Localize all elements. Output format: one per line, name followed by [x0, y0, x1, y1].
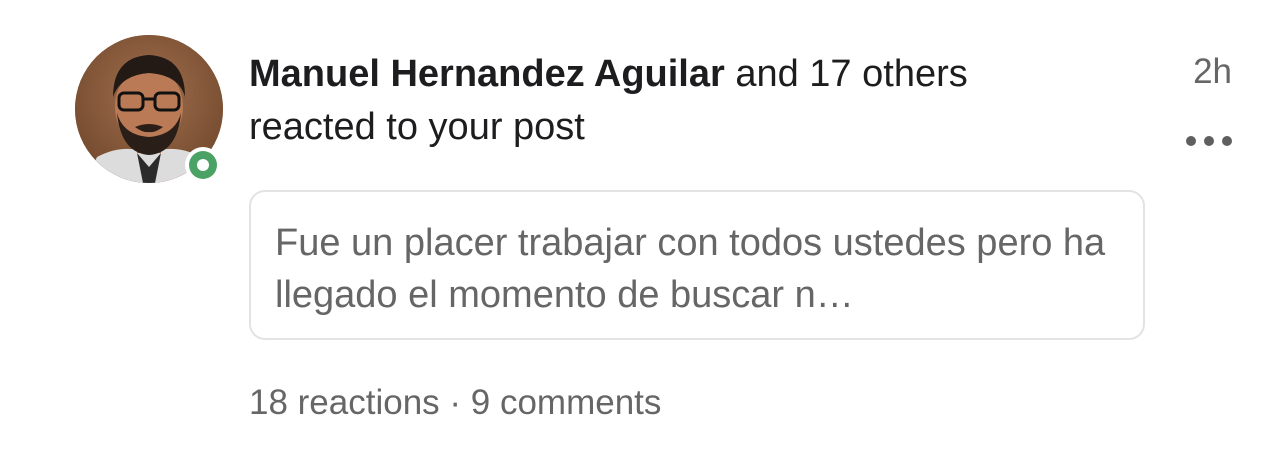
- more-options-button[interactable]: [1186, 124, 1232, 158]
- more-options-icon: [1186, 136, 1196, 146]
- actor-suffix: and 17 others: [724, 53, 968, 95]
- post-preview-text: Fue un placer trabajar con todos ustedes…: [275, 222, 1106, 316]
- notification-action: reacted to your post: [249, 106, 585, 148]
- reactions-count-link[interactable]: 18 reactions: [249, 383, 440, 422]
- avatar-container[interactable]: [75, 35, 223, 183]
- online-status-icon: [189, 151, 217, 179]
- timestamp: 2h: [1193, 52, 1232, 91]
- presence-badge: [185, 147, 221, 183]
- post-stats: 18 reactions · 9 comments: [249, 380, 661, 426]
- stats-separator: ·: [439, 383, 471, 422]
- actor-name[interactable]: Manuel Hernandez Aguilar: [249, 53, 725, 95]
- comments-count-link[interactable]: 9 comments: [471, 383, 662, 422]
- post-preview-card[interactable]: Fue un placer trabajar con todos ustedes…: [249, 190, 1145, 340]
- notification-headline[interactable]: Manuel Hernandez Aguilar and 17 others r…: [249, 48, 1149, 154]
- notification-item[interactable]: Manuel Hernandez Aguilar and 17 others r…: [0, 0, 1284, 472]
